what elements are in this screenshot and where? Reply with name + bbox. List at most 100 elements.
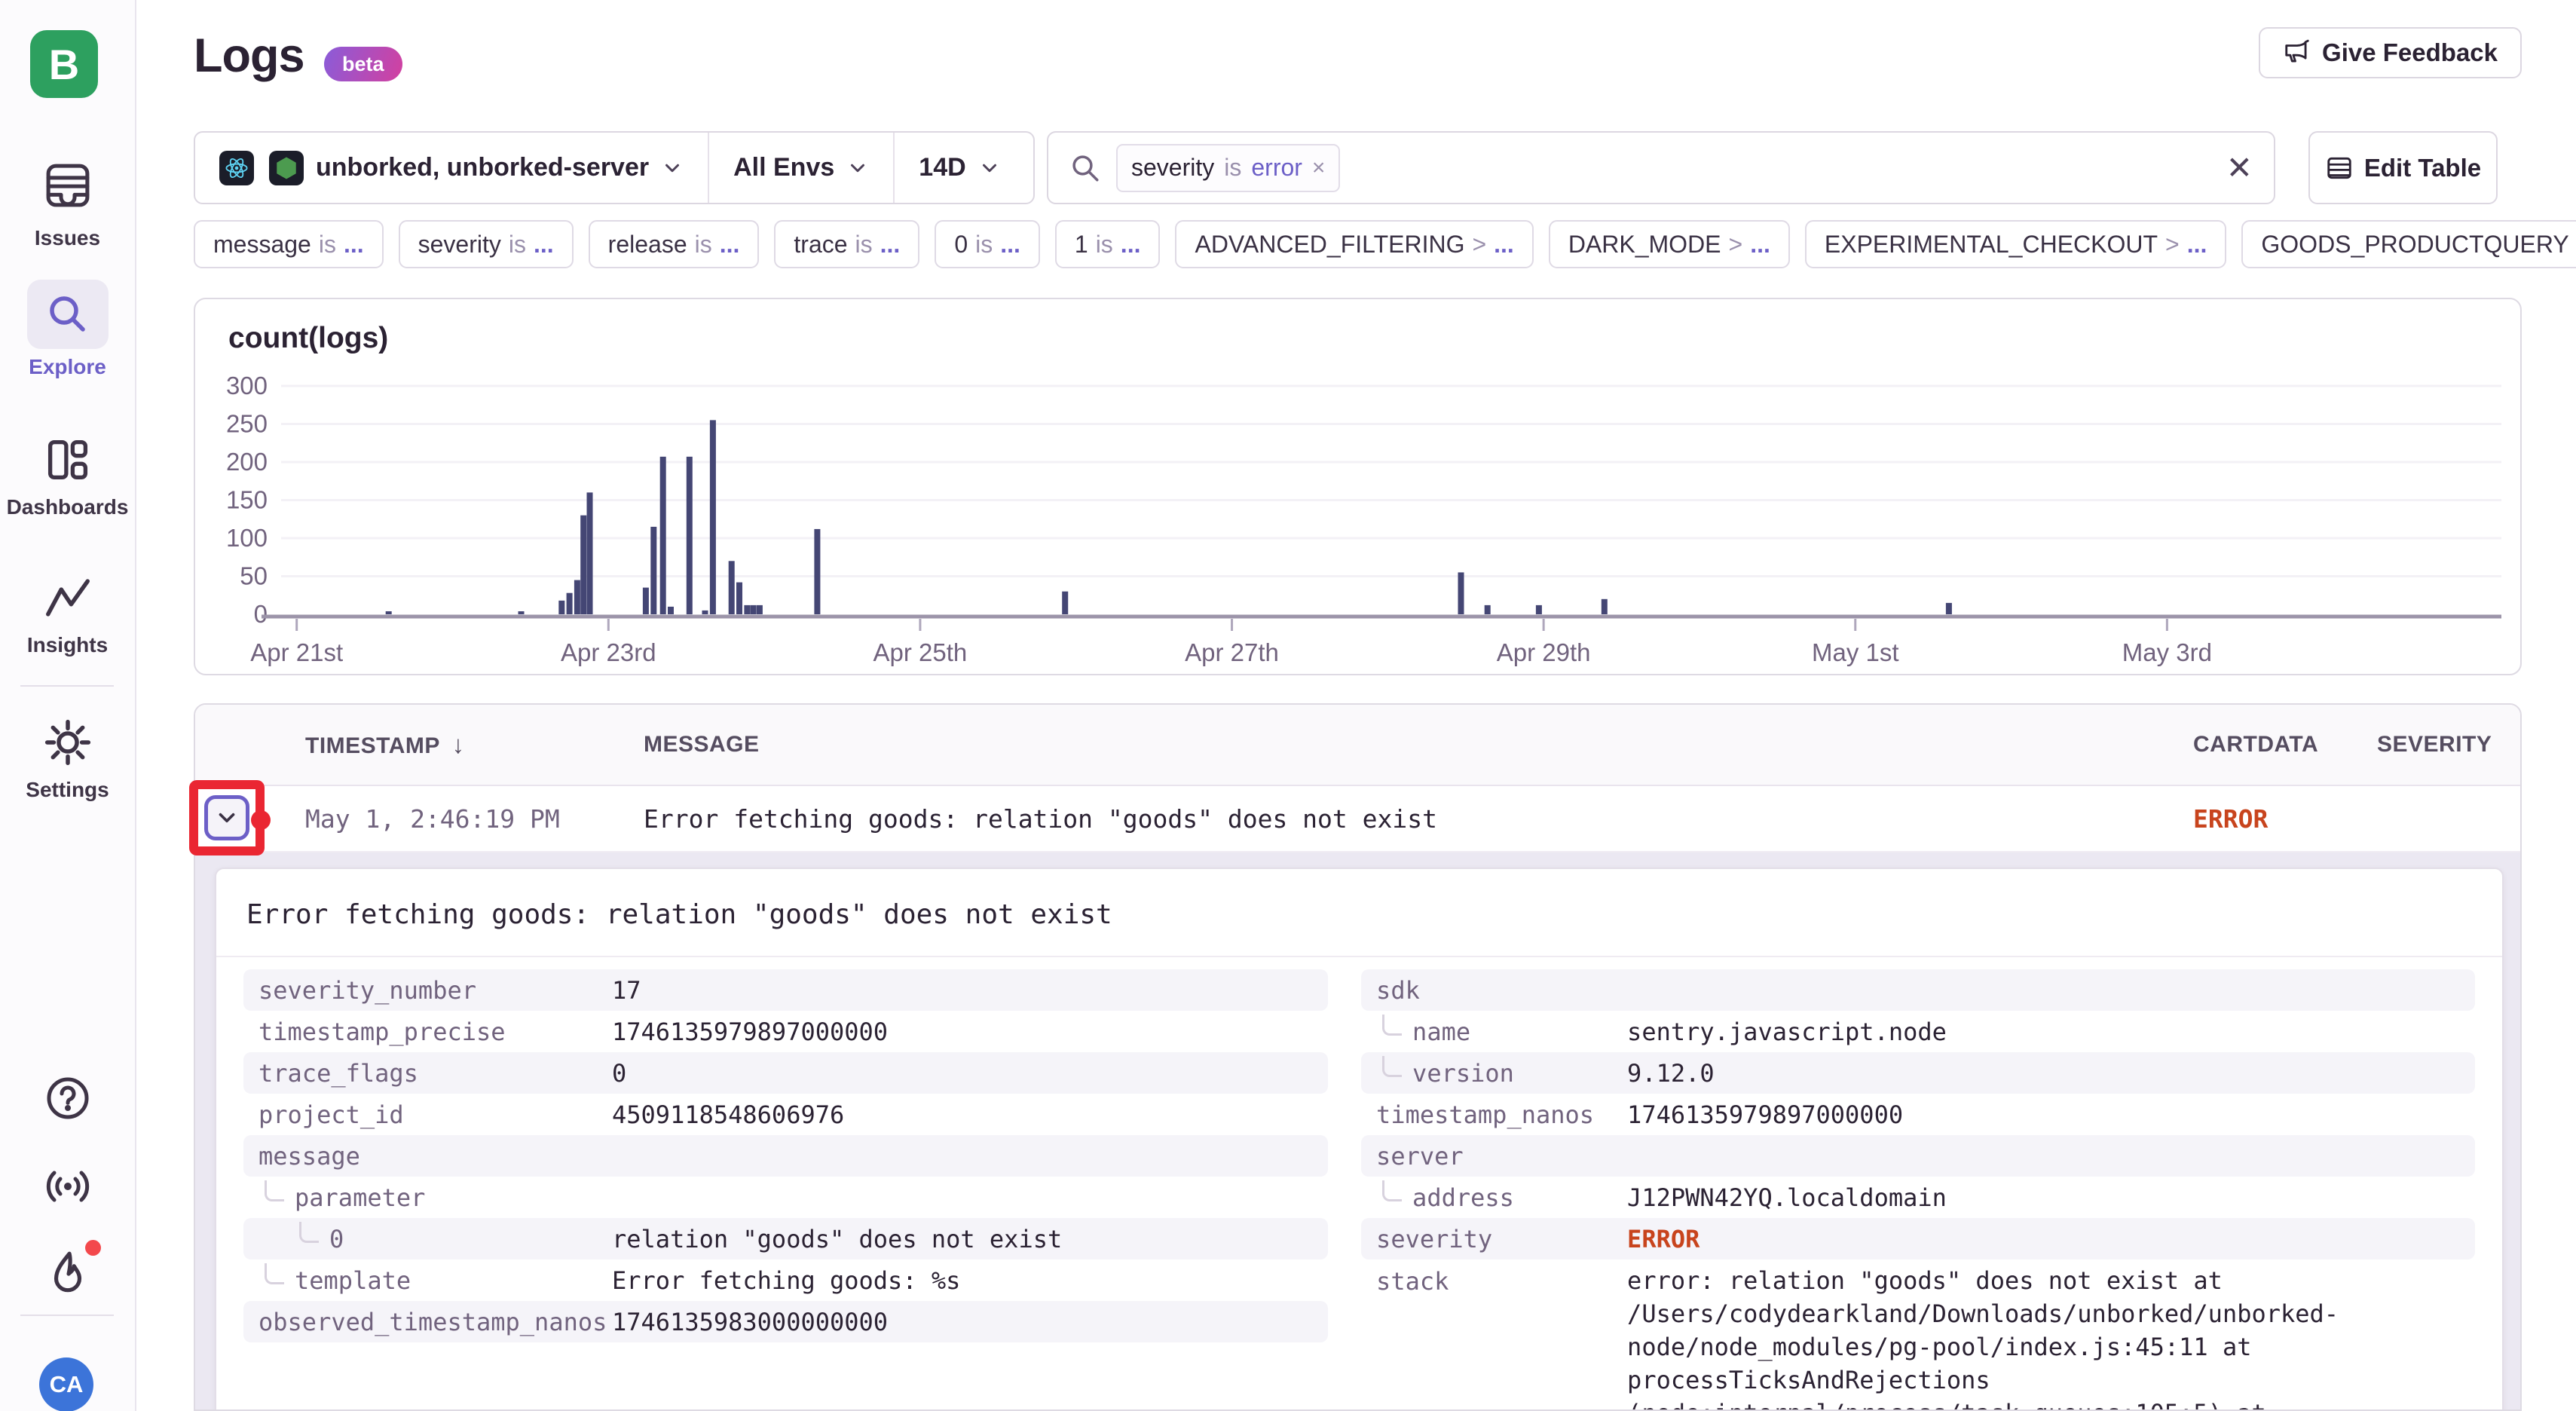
give-feedback-label: Give Feedback [2322, 38, 2498, 67]
filter-chip[interactable]: DARK_MODE>... [1549, 220, 1790, 268]
field-key: observed_timestamp_nanos [259, 1308, 612, 1336]
chip-ellipsis: ... [1494, 231, 1514, 259]
org-logo[interactable]: B [30, 30, 98, 98]
sidebar-item-issues[interactable]: Issues [0, 151, 135, 250]
give-feedback-button[interactable]: Give Feedback [2259, 27, 2522, 78]
column-header-timestamp[interactable]: TIMESTAMP ↓ [305, 730, 644, 759]
project-selector[interactable]: unborked, unborked-server [195, 133, 708, 203]
log-timestamp: May 1, 2:46:19 PM [305, 804, 644, 834]
chip-operator: is [319, 231, 336, 259]
beta-badge: beta [324, 47, 402, 81]
sidebar-item-insights[interactable]: Insights [0, 568, 135, 657]
gear-icon [27, 713, 109, 772]
bar-chart: 050100150200250300Apr 21stApr 23rdApr 25… [195, 299, 2522, 675]
svg-text:100: 100 [226, 524, 268, 552]
help-icon[interactable] [0, 1074, 135, 1122]
token-remove-icon[interactable]: × [1312, 155, 1326, 181]
field-value: 1746135983000000000 [612, 1305, 1316, 1339]
field-value: relation "goods" does not exist [612, 1223, 1316, 1256]
svg-text:Apr 27th: Apr 27th [1185, 638, 1279, 666]
expanded-row-zone: Error fetching goods: relation "goods" d… [195, 852, 2520, 1411]
sidebar-item-label: Dashboards [7, 495, 129, 519]
detail-fields-right: sdknamesentry.javascript.nodeversion9.12… [1361, 969, 2475, 1411]
chip-operator: is [855, 231, 873, 259]
sidebar: B Issues Explore [0, 0, 136, 1411]
chip-ellipsis: ... [1000, 231, 1020, 259]
tree-elbow-icon [299, 1222, 319, 1243]
svg-text:50: 50 [240, 562, 268, 590]
field-key: severity_number [259, 976, 612, 1005]
issues-icon [27, 151, 109, 220]
table-header-row: TIMESTAMP ↓ MESSAGE CARTDATA SEVERITY [195, 705, 2520, 786]
tree-elbow-icon [265, 1180, 284, 1201]
environment-selector[interactable]: All Envs [708, 133, 893, 203]
svg-text:150: 150 [226, 486, 268, 514]
log-row[interactable]: May 1, 2:46:19 PM Error fetching goods: … [195, 786, 2520, 852]
user-avatar[interactable]: CA [39, 1357, 93, 1411]
detail-field-row: namesentry.javascript.node [1361, 1011, 2475, 1052]
field-key: template [259, 1266, 612, 1295]
field-key: project_id [259, 1100, 612, 1129]
log-severity-value: ERROR [2193, 804, 2377, 834]
field-value: Error fetching goods: %s [612, 1264, 1316, 1297]
tree-elbow-icon [265, 1263, 284, 1284]
sidebar-item-explore[interactable]: Explore [0, 280, 135, 379]
broadcast-icon[interactable] [0, 1162, 135, 1211]
svg-text:May 3rd: May 3rd [2122, 638, 2212, 666]
token-operator: is [1224, 154, 1241, 182]
sidebar-divider-bottom [20, 1315, 114, 1316]
filter-chip[interactable]: traceis... [774, 220, 919, 268]
project-selector-label: unborked, unborked-server [316, 153, 649, 182]
filter-chip[interactable]: EXPERIMENTAL_CHECKOUT>... [1805, 220, 2227, 268]
filter-chip[interactable]: releaseis... [589, 220, 760, 268]
whats-new-flame-icon[interactable] [0, 1247, 135, 1297]
tree-elbow-icon [1382, 1056, 1402, 1077]
chevron-down-icon [661, 157, 684, 179]
sidebar-item-dashboards[interactable]: Dashboards [0, 430, 135, 519]
suggested-filter-chips: messageis... severityis... releaseis... tra… [194, 220, 2576, 270]
filter-chip[interactable]: GOODS_PRODUCTQUERY>... [2241, 220, 2576, 268]
detail-field-row: observed_timestamp_nanos1746135983000000… [243, 1301, 1328, 1342]
chip-label: DARK_MODE [1568, 231, 1721, 259]
logs-table: TIMESTAMP ↓ MESSAGE CARTDATA SEVERITY Ma… [194, 703, 2522, 1411]
sidebar-item-label: Insights [27, 633, 108, 657]
chip-operator: > [1729, 231, 1743, 259]
column-header-severity[interactable]: SEVERITY [2377, 732, 2520, 758]
column-header-message[interactable]: MESSAGE [644, 732, 2193, 758]
column-header-cartdata[interactable]: CARTDATA [2193, 732, 2377, 758]
detail-field-row: trace_flags0 [243, 1052, 1328, 1094]
field-value: 9.12.0 [1627, 1057, 2351, 1090]
detail-field-row: timestamp_nanos1746135979897000000 [1361, 1094, 2475, 1135]
filter-chip[interactable]: messageis... [194, 220, 384, 268]
svg-text:Apr 29th: Apr 29th [1497, 638, 1591, 666]
filter-chip[interactable]: 0is... [935, 220, 1040, 268]
chip-label: 1 [1075, 231, 1088, 259]
filter-chip[interactable]: severityis... [399, 220, 574, 268]
logs-count-chart: count(logs) 050100150200250300Apr 21stAp… [194, 298, 2522, 675]
chip-operator: is [695, 231, 712, 259]
search-clear-icon[interactable]: ✕ [2226, 152, 2253, 184]
svg-text:Apr 25th: Apr 25th [873, 638, 968, 666]
svg-text:Apr 21st: Apr 21st [250, 638, 343, 666]
field-key: version [1376, 1059, 1627, 1088]
svg-text:May 1st: May 1st [1812, 638, 1899, 666]
filter-chip[interactable]: ADVANCED_FILTERING>... [1175, 220, 1533, 268]
chip-ellipsis: ... [1121, 231, 1141, 259]
page-filter-bar: unborked, unborked-server All Envs 14D [194, 131, 1035, 204]
tree-elbow-icon [1382, 1015, 1402, 1036]
search-token-severity[interactable]: severity is error × [1116, 144, 1340, 192]
edit-table-button[interactable]: Edit Table [2308, 131, 2498, 204]
expand-row-button[interactable] [204, 795, 249, 840]
filter-chip[interactable]: 1is... [1055, 220, 1161, 268]
svg-text:200: 200 [226, 448, 268, 476]
sort-descending-icon: ↓ [445, 730, 465, 758]
sidebar-item-settings[interactable]: Settings [0, 713, 135, 802]
date-range-selector[interactable]: 14D [893, 133, 1024, 203]
detail-field-row: project_id4509118548606976 [243, 1094, 1328, 1135]
sidebar-item-label: Settings [26, 778, 109, 802]
search-input[interactable]: severity is error × ✕ [1047, 131, 2275, 204]
detail-field-row: parameter [243, 1177, 1328, 1218]
detail-field-row: templateError fetching goods: %s [243, 1259, 1328, 1301]
field-key: 0 [259, 1225, 612, 1253]
logs-page: B Issues Explore [0, 0, 2576, 1411]
